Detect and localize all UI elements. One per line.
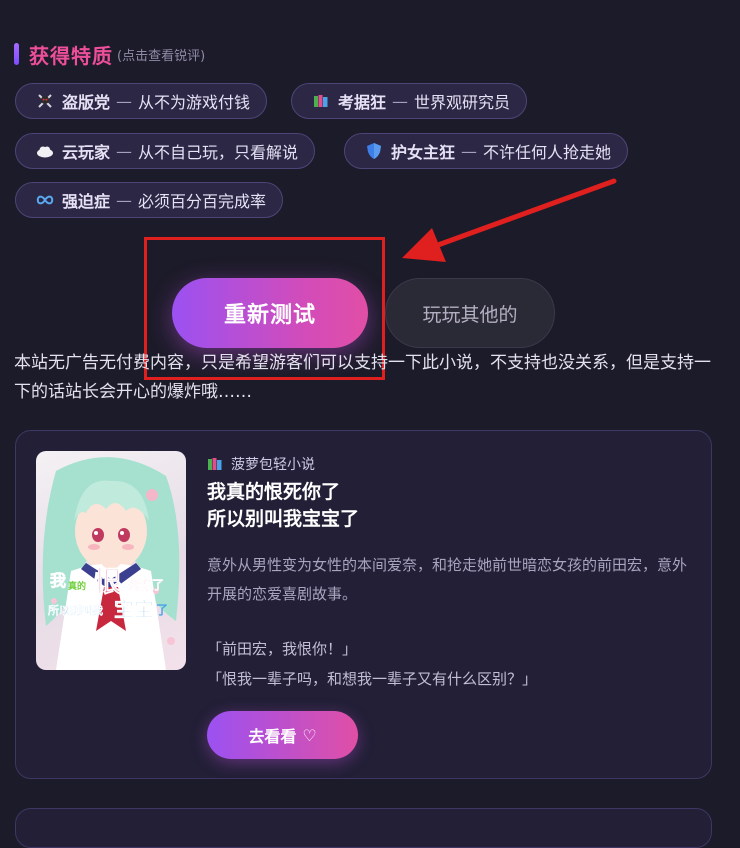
tag-desc: 从不自己玩，只看解说 [138,143,299,162]
trait-tag-researcher[interactable]: 考据狂 — 世界观研究员 [291,83,528,119]
trait-tag-pirate[interactable]: 盗版党 — 从不为游戏付钱 [15,83,268,119]
cover-text-4: 死你了 [128,577,164,592]
cover-text-3: 恨 [94,565,122,598]
cover-illustration: 我 真的 恨 死你了 所以别叫我 宝宝 了 [42,457,180,670]
book-description: 意外从男性变为女性的本间爱奈，和抢走她前世暗恋女孩的前田宏，意外开展的恋爱喜剧故… [207,556,688,603]
cover-text-1: 我 [50,571,66,590]
book-title-line1: 我真的恨死你了 [207,481,341,503]
shield-icon [365,142,383,160]
cloud-icon [36,142,54,160]
source-label: 菠萝包轻小说 [231,457,315,473]
tag-separator: — [392,91,409,111]
tag-desc: 世界观研究员 [414,93,511,112]
tag-desc: 从不为游戏付钱 [138,93,251,112]
traits-hint: (点击查看锐评) [117,48,206,64]
trait-tag-heroine-guard[interactable]: 护女主狂 — 不许任何人抢走她 [344,133,629,169]
infinity-icon [36,191,54,209]
tag-name: 盗版党 [62,93,111,112]
cover-text-2: 真的 [68,580,86,592]
trait-tag-cloud-player[interactable]: 云玩家 — 从不自己玩，只看解说 [15,133,316,169]
trait-tag-completionist[interactable]: 强迫症 — 必须百分百完成率 [15,182,284,218]
cover-text-7: 了 [156,603,168,617]
book-source: 菠萝包轻小说 [207,454,315,474]
cover-text-6: 宝宝 [114,597,154,621]
tag-name: 云玩家 [62,143,111,162]
book-title: 我真的恨死你了 所以别叫我宝宝了 [207,479,359,533]
tag-desc: 必须百分百完成率 [138,192,267,211]
tag-name: 强迫症 [62,192,111,211]
skull-crossbones-icon [36,92,54,110]
books-icon [207,456,223,472]
retest-button[interactable]: 重新测试 [172,278,368,348]
book-quote-1: 「前田宏，我恨你！」 [207,640,358,658]
tag-desc: 不许任何人抢走她 [483,143,612,162]
book-card: 我 真的 恨 死你了 所以别叫我 宝宝 了 菠萝包轻小说 我真的恨死你了 所以别… [15,430,712,779]
tag-separator: — [461,141,478,161]
book-cover[interactable]: 我 真的 恨 死你了 所以别叫我 宝宝 了 [36,451,186,670]
heading-accent-bar [14,43,19,65]
books-icon [312,92,330,110]
next-book-card [15,808,712,848]
tag-separator: — [116,141,133,161]
heart-icon: ♡ [302,725,317,745]
tag-name: 护女主狂 [391,143,456,162]
play-other-button[interactable]: 玩玩其他的 [385,278,555,348]
tag-name: 考据狂 [338,93,387,112]
book-quote-2: 「恨我一辈子吗，和想我一辈子又有什么区别？」 [207,670,538,688]
traits-title: 获得特质 [29,43,113,68]
support-notice: 本站无广告无付费内容，只是希望游客们可以支持一下此小说，不支持也没关系，但是支持… [14,353,711,402]
tag-separator: — [116,190,133,210]
go-read-button[interactable]: 去看看 ♡ [207,711,358,759]
cover-text-5: 所以别叫我 [48,603,103,617]
tag-separator: — [116,91,133,111]
traits-heading: 获得特质 (点击查看锐评) [14,40,205,68]
go-read-label: 去看看 [248,727,297,746]
book-title-line2: 所以别叫我宝宝了 [207,508,360,530]
